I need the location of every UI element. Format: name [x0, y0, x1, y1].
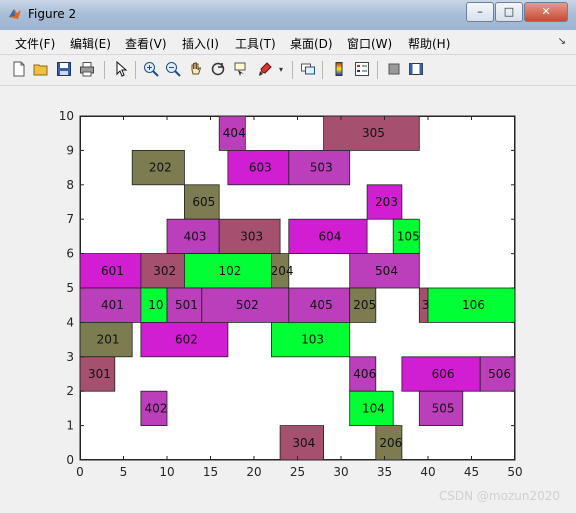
x-tick-label: 30 — [333, 465, 348, 479]
block-label: 106 — [462, 298, 485, 312]
y-tick-label: 9 — [66, 143, 74, 157]
y-tick-label: 10 — [59, 109, 74, 123]
block-label: 202 — [149, 161, 172, 175]
block-label: 601 — [101, 264, 124, 278]
block-label: 406 — [353, 367, 376, 381]
x-tick-label: 50 — [507, 465, 522, 479]
block-label: 206 — [379, 436, 402, 450]
block-label: 203 — [375, 195, 398, 209]
y-tick-label: 6 — [66, 247, 74, 261]
block-label: 506 — [488, 367, 511, 381]
block-label: 606 — [432, 367, 455, 381]
y-tick-label: 5 — [66, 281, 74, 295]
block-label: 103 — [301, 333, 324, 347]
y-tick-label: 2 — [66, 384, 74, 398]
watermark: CSDN @mozun2020 — [438, 489, 560, 503]
figure-window: Figure 2 – □ ✕ 文件(F) 编辑(E) 查看(V) 插入(I) 工… — [0, 0, 576, 513]
x-tick-label: 20 — [246, 465, 261, 479]
block-label: 305 — [362, 126, 385, 140]
block-label: 504 — [375, 264, 398, 278]
block-label: 604 — [318, 229, 341, 243]
block-label: 502 — [236, 298, 259, 312]
block-label: 302 — [153, 264, 176, 278]
block-label: 404 — [223, 126, 246, 140]
block-label: 102 — [218, 264, 241, 278]
block-label: 201 — [97, 333, 120, 347]
block-label: 304 — [292, 436, 315, 450]
block-label: 405 — [310, 298, 333, 312]
x-tick-label: 45 — [464, 465, 479, 479]
block-label: 3 — [422, 298, 430, 312]
x-tick-label: 0 — [76, 465, 84, 479]
block-label: 503 — [310, 161, 333, 175]
y-tick-label: 4 — [66, 315, 74, 329]
x-tick-label: 5 — [120, 465, 128, 479]
x-tick-label: 40 — [420, 465, 435, 479]
y-tick-label: 0 — [66, 453, 74, 467]
block-label: 501 — [175, 298, 198, 312]
x-tick-label: 15 — [203, 465, 218, 479]
x-tick-label: 25 — [290, 465, 305, 479]
block-label: 403 — [184, 229, 207, 243]
x-tick-label: 35 — [377, 465, 392, 479]
block-label: 104 — [362, 401, 385, 415]
block-label: 10 — [148, 298, 163, 312]
block-label: 303 — [240, 229, 263, 243]
x-tick-label: 10 — [159, 465, 174, 479]
block-label: 301 — [88, 367, 111, 381]
y-tick-label: 3 — [66, 350, 74, 364]
block-label: 205 — [353, 298, 376, 312]
rectangle-chart: 404 305202 603 503605 203403 303 604 105601 302 1… — [59, 109, 523, 479]
y-tick-label: 8 — [66, 178, 74, 192]
block-label: 505 — [432, 401, 455, 415]
block-label: 605 — [192, 195, 215, 209]
y-tick-label: 1 — [66, 419, 74, 433]
block-label: 603 — [249, 161, 272, 175]
block-label: 402 — [144, 401, 167, 415]
block-label: 602 — [175, 333, 198, 347]
y-tick-label: 7 — [66, 212, 74, 226]
block-label: 401 — [101, 298, 124, 312]
block-label: 204 — [271, 264, 294, 278]
block-label: 105 — [397, 229, 420, 243]
